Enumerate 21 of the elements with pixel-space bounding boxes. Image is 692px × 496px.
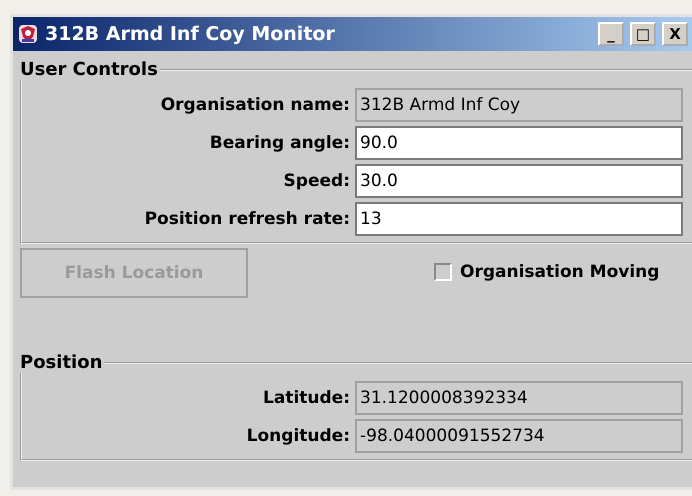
close-button[interactable]: X: [662, 22, 688, 46]
input-field[interactable]: 90.0: [355, 126, 683, 160]
minimize-button[interactable]: _: [598, 22, 624, 46]
group-title: User Controls: [19, 59, 159, 80]
window-title: 312B Armd Inf Coy Monitor: [45, 23, 336, 45]
field-label: Longitude:: [246, 426, 350, 446]
field-label: Latitude:: [262, 388, 350, 408]
field-label: Bearing angle:: [208, 133, 350, 153]
field-label: Position refresh rate:: [144, 209, 350, 229]
field-label: Organisation name:: [160, 95, 350, 115]
checkbox-label[interactable]: Organisation Moving: [460, 262, 660, 282]
field-label: Speed:: [282, 171, 350, 191]
group-title: Position: [19, 352, 104, 373]
readonly-field: 31.1200008392334: [355, 381, 683, 415]
input-field[interactable]: 30.0: [355, 164, 683, 198]
input-field[interactable]: 13: [355, 202, 683, 236]
checkbox[interactable]: [434, 263, 452, 281]
readonly-field: -98.04000091552734: [355, 419, 683, 453]
readonly-field: 312B Armd Inf Coy: [355, 88, 683, 122]
maximize-button[interactable]: □: [630, 22, 656, 46]
app-icon: [17, 23, 39, 45]
